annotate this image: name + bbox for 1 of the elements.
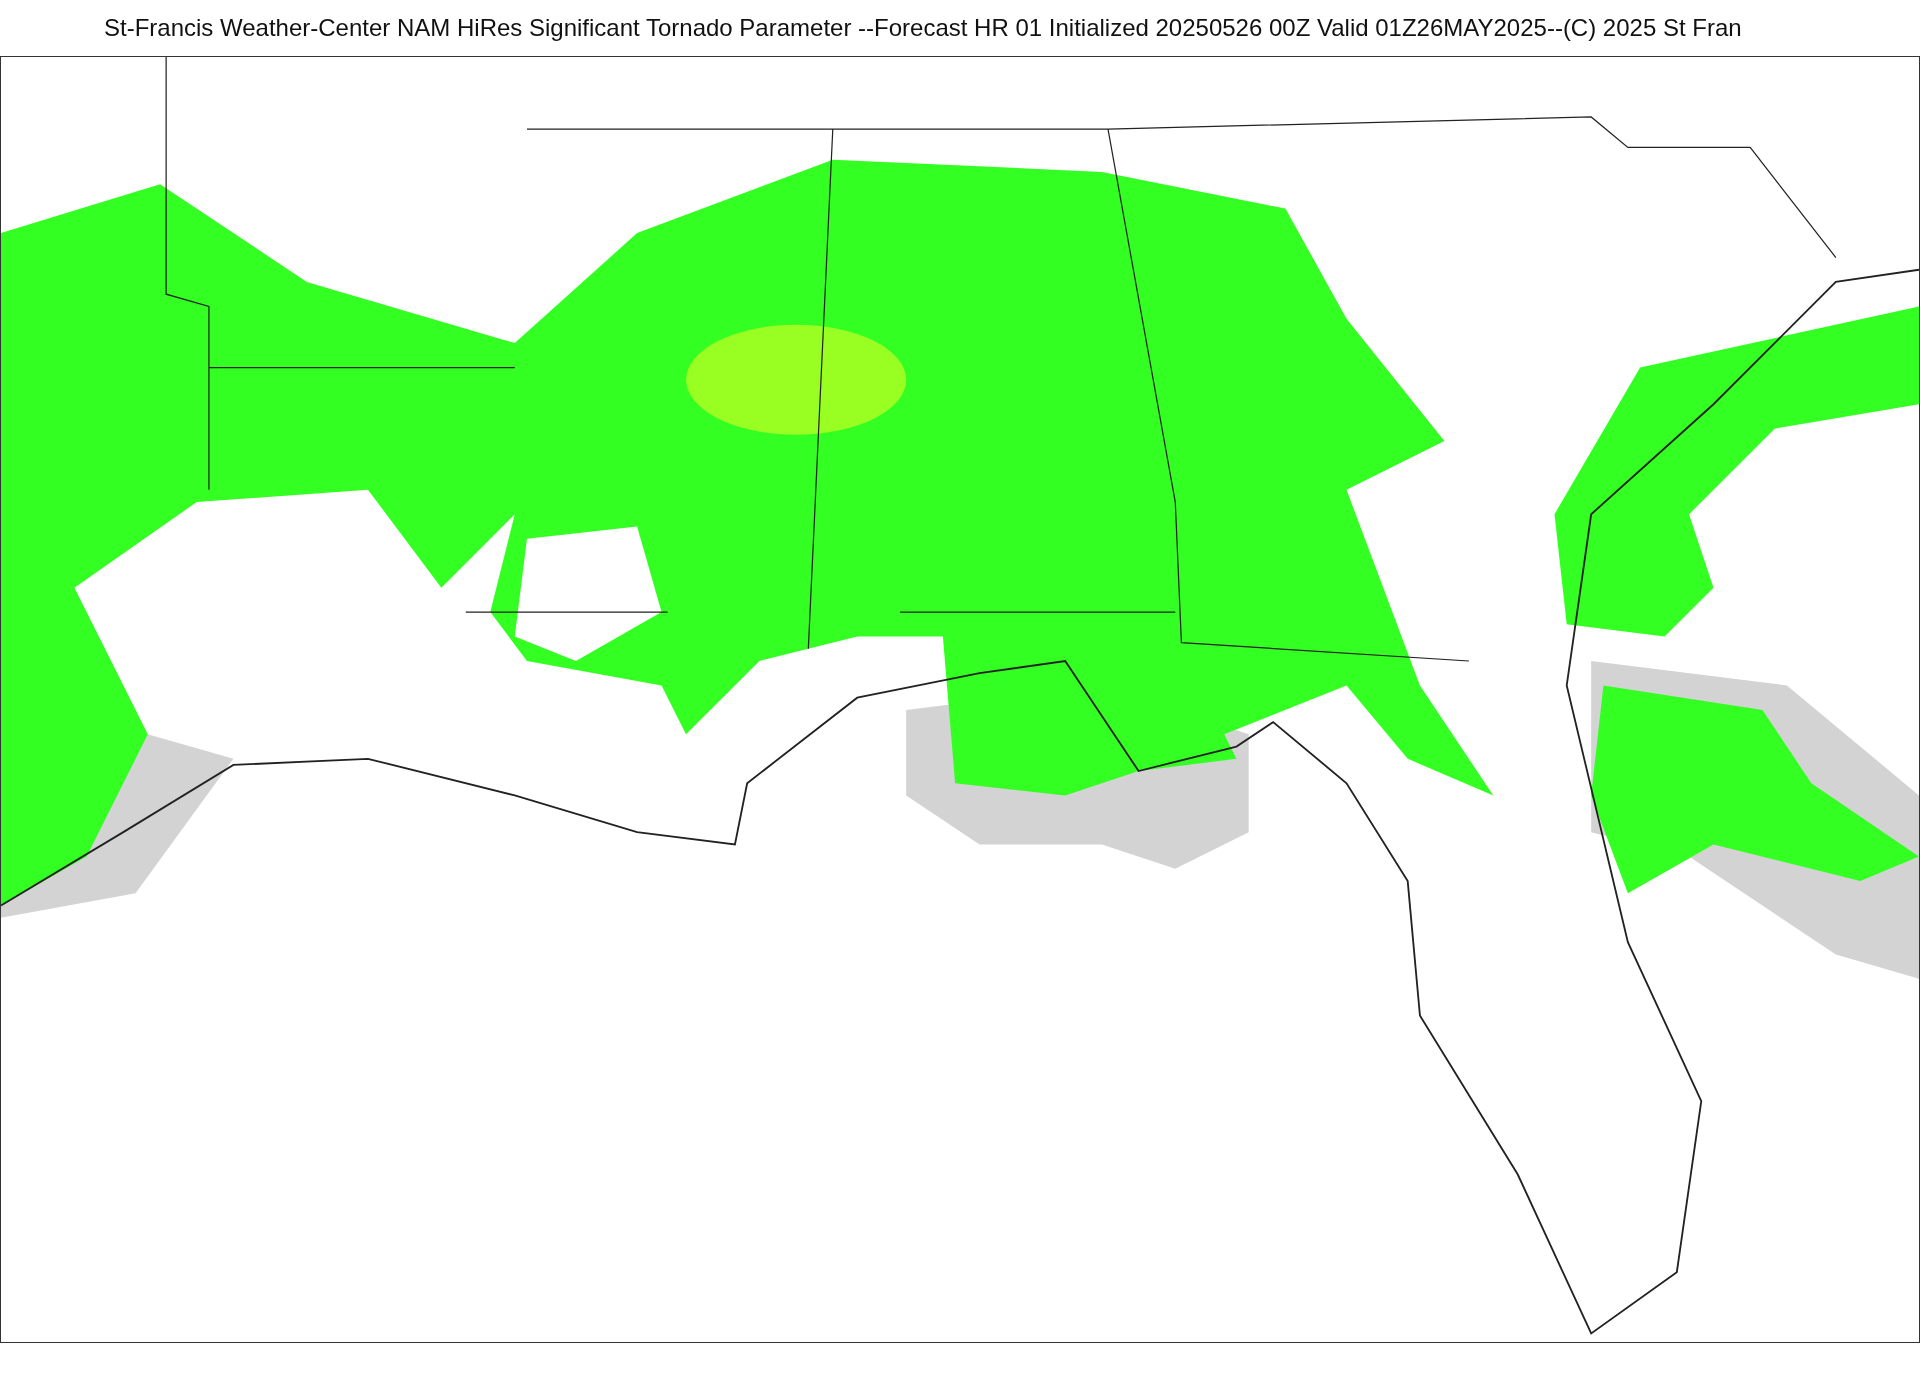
map-title: St-Francis Weather-Center NAM HiRes Significant Tornado Parameter --Forecast HR 01 Initialized 20250526 00Z Valid 01Z26MAY2025--(C) 2025 St Fran bbox=[104, 13, 1742, 43]
